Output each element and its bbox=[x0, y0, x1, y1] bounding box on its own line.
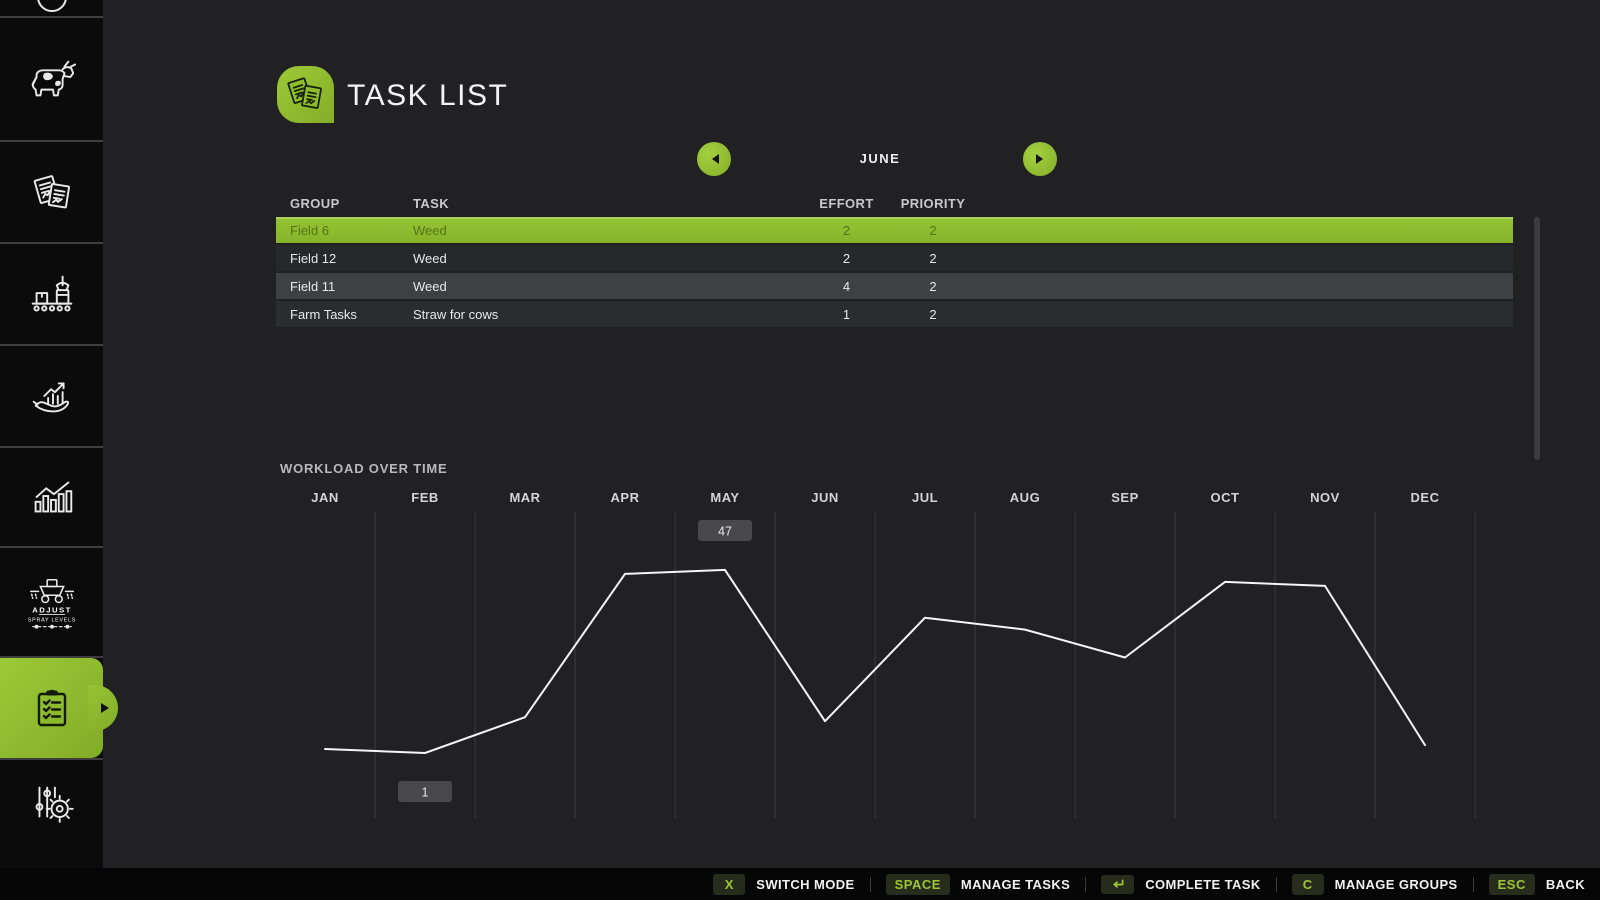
cow-icon bbox=[25, 52, 79, 106]
cell-task: Weed bbox=[413, 223, 794, 238]
selected-tab-bump bbox=[88, 685, 118, 731]
page-icon bbox=[277, 66, 334, 123]
hotkey-separator bbox=[870, 877, 871, 892]
task-table: GROUP TASK EFFORT PRIORITY Field 6 Weed … bbox=[276, 192, 1513, 329]
header-task: TASK bbox=[413, 196, 794, 211]
sidebar-item-clock[interactable] bbox=[0, 0, 103, 16]
arrow-right-icon bbox=[101, 703, 114, 713]
sidebar-item-contracts[interactable] bbox=[0, 142, 103, 242]
hotkey-manage-groups[interactable]: C MANAGE GROUPS bbox=[1292, 874, 1458, 895]
chart-month-label: JUN bbox=[811, 490, 839, 505]
bar-chart-icon bbox=[25, 470, 79, 524]
chart-month-label: JAN bbox=[311, 490, 339, 505]
cell-task: Weed bbox=[413, 251, 794, 266]
cell-effort: 2 bbox=[794, 223, 899, 238]
hotkey-label: BACK bbox=[1546, 877, 1585, 892]
chart-month-label: APR bbox=[611, 490, 640, 505]
svg-text:SPRAY LEVELS: SPRAY LEVELS bbox=[27, 617, 75, 623]
cell-priority: 2 bbox=[899, 223, 967, 238]
key-x: X bbox=[713, 874, 745, 895]
workload-chart: JAN FEB MAR APR MAY JUN JUL AUG SEP OCT NOV DEC 47 1 bbox=[275, 487, 1490, 840]
table-row[interactable]: Field 11 Weed 4 2 bbox=[276, 273, 1513, 299]
key-esc: ESC bbox=[1489, 874, 1535, 895]
cell-effort: 4 bbox=[794, 279, 899, 294]
clock-icon bbox=[34, 0, 70, 16]
hotkey-manage-tasks[interactable]: SPACE MANAGE TASKS bbox=[886, 874, 1071, 895]
previous-month-button[interactable] bbox=[697, 142, 731, 176]
cell-group: Field 12 bbox=[276, 251, 413, 266]
chart-month-label: AUG bbox=[1010, 490, 1040, 505]
chart-month-label: JUL bbox=[912, 490, 938, 505]
sidebar-item-animals[interactable] bbox=[0, 18, 103, 140]
task-list-screen: ADJUST SPRAY LEVELS bbox=[0, 0, 1600, 900]
table-row[interactable]: Farm Tasks Straw for cows 1 2 bbox=[276, 301, 1513, 327]
hotkey-switch-mode[interactable]: X SWITCH MODE bbox=[713, 874, 854, 895]
key-c: C bbox=[1292, 874, 1324, 895]
task-list-icon bbox=[24, 680, 80, 736]
hotkey-separator bbox=[1473, 877, 1474, 892]
next-month-button[interactable] bbox=[1023, 142, 1057, 176]
cell-group: Field 6 bbox=[276, 223, 413, 238]
table-row-selected[interactable]: Field 6 Weed 2 2 bbox=[276, 217, 1513, 243]
cell-priority: 2 bbox=[899, 251, 967, 266]
page-title: TASK LIST bbox=[347, 79, 508, 113]
cell-effort: 2 bbox=[794, 251, 899, 266]
chart-month-label: MAY bbox=[710, 490, 739, 505]
header-effort: EFFORT bbox=[794, 196, 899, 211]
hotkey-label: MANAGE GROUPS bbox=[1335, 877, 1458, 892]
documents-icon bbox=[25, 165, 79, 219]
hotkey-complete-task[interactable]: COMPLETE TASK bbox=[1101, 875, 1260, 894]
sidebar-item-settings[interactable] bbox=[0, 760, 103, 848]
hotkey-back[interactable]: ESC BACK bbox=[1489, 874, 1585, 895]
cell-task: Straw for cows bbox=[413, 307, 794, 322]
arrow-left-icon bbox=[707, 154, 719, 164]
chart-month-label: DEC bbox=[1411, 490, 1440, 505]
hotkey-label: MANAGE TASKS bbox=[961, 877, 1070, 892]
sliders-gear-icon bbox=[25, 777, 79, 831]
hotkey-label: SWITCH MODE bbox=[756, 877, 854, 892]
chart-month-label: MAR bbox=[509, 490, 540, 505]
sidebar-item-statistics[interactable] bbox=[0, 448, 103, 546]
key-enter bbox=[1101, 875, 1134, 894]
chart-month-label: NOV bbox=[1310, 490, 1340, 505]
cell-effort: 1 bbox=[794, 307, 899, 322]
chart-value-badge-label: 47 bbox=[718, 524, 732, 538]
sidebar-item-task-list[interactable] bbox=[0, 658, 103, 758]
production-line-icon bbox=[25, 267, 79, 321]
cell-priority: 2 bbox=[899, 279, 967, 294]
sidebar-item-production[interactable] bbox=[0, 244, 103, 344]
header-priority: PRIORITY bbox=[899, 196, 967, 211]
hotkey-label: COMPLETE TASK bbox=[1145, 877, 1260, 892]
sidebar-item-finances[interactable] bbox=[0, 346, 103, 446]
cell-task: Weed bbox=[413, 279, 794, 294]
spray-levels-icon: ADJUST SPRAY LEVELS bbox=[23, 572, 81, 632]
chart-value-badge-label: 1 bbox=[422, 786, 429, 800]
chart-title: WORKLOAD OVER TIME bbox=[280, 461, 448, 476]
table-row[interactable]: Field 12 Weed 2 2 bbox=[276, 245, 1513, 271]
svg-text:ADJUST: ADJUST bbox=[32, 606, 72, 615]
cell-group: Field 11 bbox=[276, 279, 413, 294]
key-space: SPACE bbox=[886, 874, 950, 895]
chart-month-label: SEP bbox=[1111, 490, 1139, 505]
task-papers-icon bbox=[278, 67, 334, 123]
hotkey-separator bbox=[1276, 877, 1277, 892]
hand-chart-icon bbox=[25, 369, 79, 423]
hotkey-separator bbox=[1085, 877, 1086, 892]
table-header-row: GROUP TASK EFFORT PRIORITY bbox=[276, 192, 1513, 214]
cell-group: Farm Tasks bbox=[276, 307, 413, 322]
header-group: GROUP bbox=[276, 196, 413, 211]
sidebar-item-spray-levels[interactable]: ADJUST SPRAY LEVELS bbox=[0, 548, 103, 656]
chart-month-label: OCT bbox=[1211, 490, 1240, 505]
current-month-label: JUNE bbox=[810, 151, 950, 166]
sidebar: ADJUST SPRAY LEVELS bbox=[0, 0, 103, 868]
hotkey-bar: X SWITCH MODE SPACE MANAGE TASKS COMPLET… bbox=[0, 868, 1600, 900]
cell-priority: 2 bbox=[899, 307, 967, 322]
arrow-right-icon bbox=[1036, 154, 1048, 164]
chart-month-label: FEB bbox=[411, 490, 439, 505]
enter-icon bbox=[1110, 878, 1125, 891]
table-scrollbar[interactable] bbox=[1534, 217, 1540, 460]
